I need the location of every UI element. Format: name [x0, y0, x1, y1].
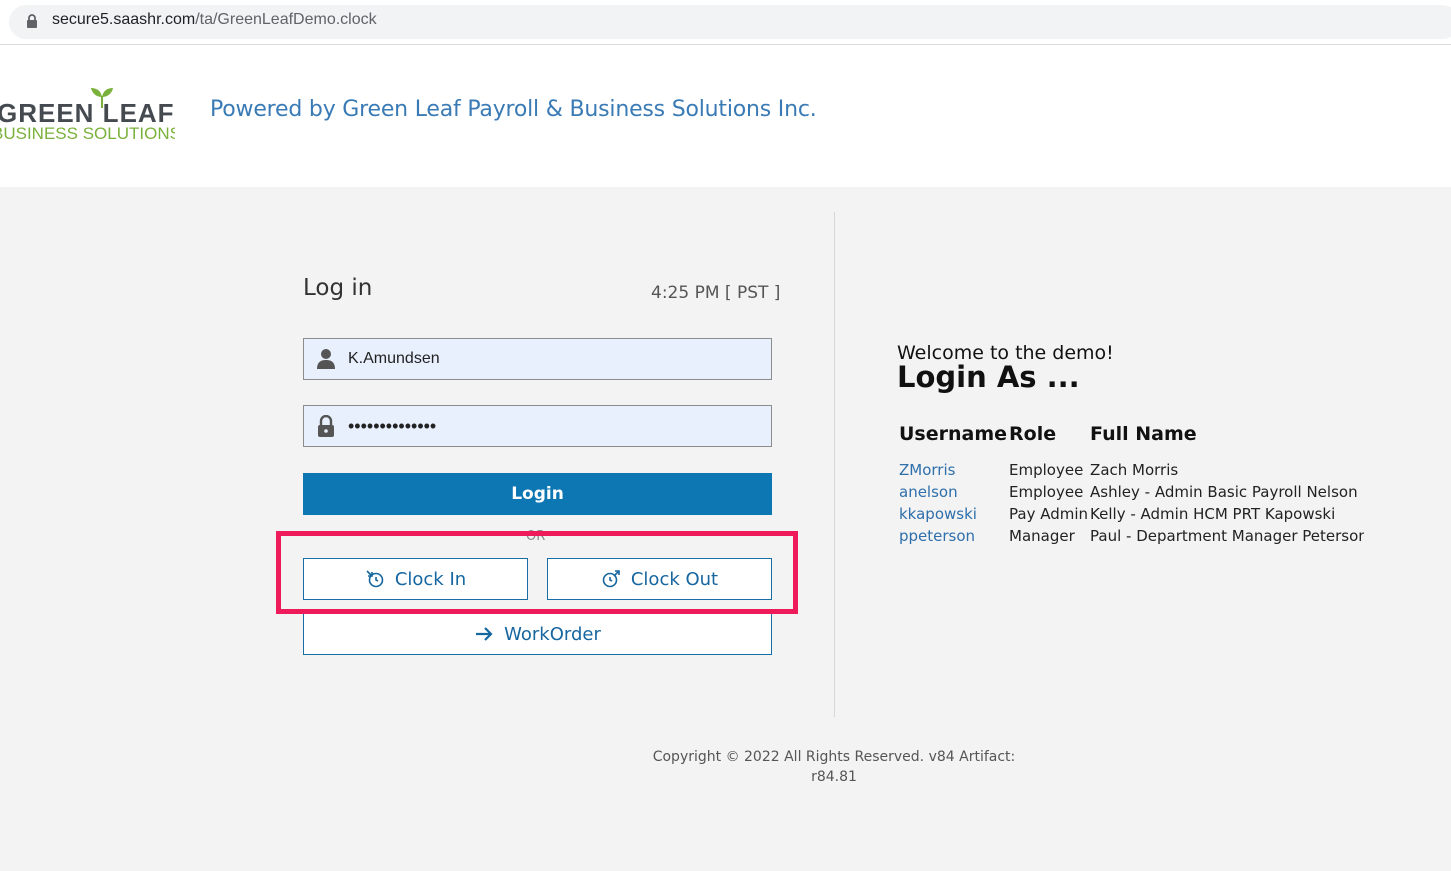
- url-text[interactable]: secure5.saashr.com/ta/GreenLeafDemo.cloc…: [52, 11, 377, 29]
- workorder-button[interactable]: WorkOrder: [303, 613, 772, 655]
- full-name-cell: Kelly - Admin HCM PRT Kapowski: [1090, 505, 1336, 523]
- role-cell: Pay Admin: [1009, 505, 1089, 523]
- copyright-footer: Copyright © 2022 All Rights Reserved. v8…: [634, 747, 1034, 787]
- clock-in-icon: [366, 570, 384, 588]
- table-row: anelson Employee Ashley - Admin Basic Pa…: [897, 481, 1364, 503]
- page-header: GREEN LEAF BUSINESS SOLUTIONS Powered by…: [0, 46, 1451, 187]
- copyright-line-1: Copyright © 2022 All Rights Reserved. v8…: [652, 749, 1016, 765]
- full-name-cell: Paul - Department Manager Peterson: [1090, 527, 1364, 545]
- column-divider: [834, 212, 835, 717]
- login-as-heading: Login As ...: [897, 360, 1080, 394]
- browser-address-bar: secure5.saashr.com/ta/GreenLeafDemo.cloc…: [0, 0, 1451, 45]
- workorder-label: WorkOrder: [504, 623, 601, 645]
- role-cell: Manager: [1009, 527, 1075, 545]
- username-link[interactable]: anelson: [897, 481, 1007, 503]
- or-separator: OR: [526, 529, 546, 544]
- lock-icon[interactable]: [25, 14, 39, 28]
- username-field[interactable]: [303, 338, 772, 380]
- login-button[interactable]: Login: [303, 473, 772, 515]
- column-header-full-name: Full Name: [1090, 423, 1197, 445]
- column-header-role: Role: [1009, 423, 1057, 445]
- role-cell: Employee: [1009, 461, 1084, 479]
- green-leaf-logo: GREEN LEAF BUSINESS SOLUTIONS: [0, 86, 175, 146]
- demo-users-table: Username Role Full Name ZMorris Employee…: [897, 423, 1364, 547]
- clock-in-button[interactable]: Clock In: [303, 558, 528, 600]
- login-title: Log in: [303, 275, 373, 301]
- logo-tagline: BUSINESS SOLUTIONS: [0, 124, 175, 143]
- table-row: ZMorris Employee Zach Morris: [897, 459, 1364, 481]
- powered-by-text: Powered by Green Leaf Payroll & Business…: [210, 97, 817, 122]
- role-cell: Employee: [1009, 483, 1084, 501]
- clock-out-button[interactable]: Clock Out: [547, 558, 772, 600]
- clock-in-label: Clock In: [394, 568, 467, 590]
- full-name-cell: Ashley - Admin Basic Payroll Nelson: [1090, 483, 1358, 501]
- clock-out-label: Clock Out: [630, 568, 719, 590]
- main-content: Log in 4:25 PM [ PST ] Login OR Clock In: [0, 187, 1451, 871]
- demo-users-table-container: Username Role Full Name ZMorris Employee…: [897, 423, 1364, 553]
- table-row: ppeterson Manager Paul - Department Mana…: [897, 525, 1364, 547]
- column-header-username: Username: [899, 423, 1008, 445]
- username-link[interactable]: ppeterson: [897, 525, 1007, 547]
- full-name-cell: Zach Morris: [1090, 461, 1179, 479]
- password-input[interactable]: [348, 406, 768, 446]
- current-time: 4:25 PM [ PST ]: [651, 283, 781, 303]
- table-row: kkapowski Pay Admin Kelly - Admin HCM PR…: [897, 503, 1364, 525]
- arrow-right-icon: [476, 627, 493, 641]
- clock-out-icon: [602, 570, 620, 588]
- username-link[interactable]: kkapowski: [897, 503, 1007, 525]
- copyright-line-2: r84.81: [811, 769, 857, 785]
- padlock-icon: [318, 415, 334, 437]
- table-header-row: Username Role Full Name: [897, 423, 1364, 459]
- password-field[interactable]: [303, 405, 772, 447]
- username-link[interactable]: ZMorris: [897, 459, 1007, 481]
- username-input[interactable]: [348, 339, 768, 379]
- user-icon: [317, 349, 335, 369]
